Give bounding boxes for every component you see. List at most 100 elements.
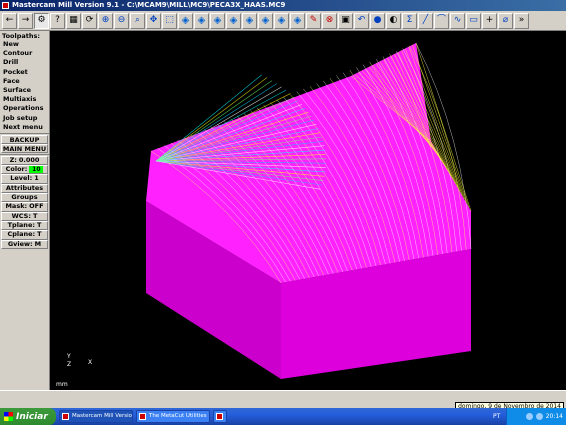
view-cube-7-button[interactable]: ◈ — [274, 12, 289, 29]
level-value: 1 — [34, 174, 39, 183]
z-depth-button[interactable]: Z: 0.000 — [1, 155, 48, 166]
wcs-label: WCS: — [11, 211, 31, 220]
zoom-window-button[interactable]: ⬚ — [162, 12, 177, 29]
color-button[interactable]: Color: 10 — [1, 165, 48, 175]
mask-button[interactable]: Mask: OFF — [1, 202, 48, 212]
zoom-in-icon: ⊕ — [101, 15, 110, 25]
view-cube-8-icon: ◈ — [293, 14, 302, 26]
graphics-viewport[interactable]: Y Z X mm — [51, 31, 566, 390]
zoom-out-button[interactable]: ⊖ — [114, 12, 129, 29]
view-cube-6-icon: ◈ — [261, 14, 270, 26]
rectangle-icon: ▭ — [469, 15, 478, 25]
main-menu-button[interactable]: MAIN MENU — [1, 143, 48, 153]
groups-label: Groups — [11, 193, 38, 202]
calculator-button[interactable]: ▦ — [66, 12, 81, 29]
toolpath-model — [146, 42, 472, 379]
taskbar: Iniciar Mastercam Mill Versio... The Meta… — [0, 408, 566, 425]
toolpaths-menu: Toolpaths: New Contour Drill Pocket Face Surf… — [0, 31, 50, 390]
taskbar-task[interactable]: The MetaCut Utilities ... — [136, 410, 210, 423]
task-app-icon — [216, 413, 223, 420]
arrow-right-icon: → — [21, 15, 30, 25]
view-iso-cube-button[interactable]: ◈ — [226, 12, 241, 29]
menu-item-job-setup[interactable]: Job setup — [0, 114, 49, 123]
repaint-icon: ⟳ — [85, 15, 94, 25]
view-top-cube-button[interactable]: ◈ — [194, 12, 209, 29]
arc-button[interactable]: ⌒ — [434, 12, 449, 29]
repaint-button[interactable]: ⟳ — [82, 12, 97, 29]
axis-z-label: Z — [67, 361, 72, 368]
menu-item-face[interactable]: Face — [0, 77, 49, 86]
menu-item-contour[interactable]: Contour — [0, 49, 49, 58]
zoom-window-icon: ⬚ — [165, 15, 174, 25]
language-indicator[interactable]: PT — [493, 413, 500, 420]
cplane-value: T — [37, 230, 42, 239]
arc-icon: ⌒ — [436, 15, 446, 25]
menu-divider — [0, 153, 49, 155]
system-tray: PT 20:14 — [493, 408, 566, 425]
tray-icon[interactable] — [525, 413, 533, 420]
clock: 20:14 — [545, 413, 563, 420]
render-icon: ◐ — [389, 15, 398, 25]
arrow-right-button[interactable]: → — [18, 12, 33, 29]
help-button[interactable]: ? — [50, 12, 65, 29]
menu-item-drill[interactable]: Drill — [0, 58, 49, 67]
undo-icon: ↶ — [357, 15, 366, 25]
tray-icon[interactable] — [535, 413, 543, 420]
cplane-button[interactable]: Cplane: T — [1, 230, 48, 240]
pan-button[interactable]: ✥ — [146, 12, 161, 29]
spline-icon: ∿ — [453, 15, 462, 25]
delete-button[interactable]: ⊗ — [322, 12, 337, 29]
delete-icon: ⊗ — [325, 15, 334, 25]
color-swatch: 10 — [29, 166, 44, 174]
wcs-button[interactable]: WCS: T — [1, 211, 48, 221]
menu-item-surface[interactable]: Surface — [0, 86, 49, 95]
attributes-button[interactable]: Attributes — [1, 183, 48, 194]
sigma-button[interactable]: Σ — [402, 12, 417, 29]
gview-button[interactable]: Gview: M — [1, 239, 48, 249]
arrow-left-button[interactable]: ← — [2, 12, 17, 29]
menu-header: Toolpaths: — [2, 32, 40, 40]
taskbar-task[interactable] — [213, 410, 227, 423]
backup-button[interactable]: BACKUP — [1, 134, 48, 144]
view-iso-cube-icon: ◈ — [229, 14, 238, 26]
start-button[interactable]: Iniciar — [0, 408, 56, 425]
render-button[interactable]: ◐ — [386, 12, 401, 29]
view-side-cube-icon: ◈ — [213, 14, 222, 26]
z-label: Z: — [9, 155, 17, 164]
line-button[interactable]: ╱ — [418, 12, 433, 29]
mask-label: Mask: — [5, 202, 28, 211]
undo-button[interactable]: ↶ — [354, 12, 369, 29]
menu-item-multiaxis[interactable]: Multiaxis — [0, 95, 49, 104]
zoom-in-button[interactable]: ⊕ — [98, 12, 113, 29]
more-button[interactable]: » — [514, 12, 529, 29]
tplane-button[interactable]: Tplane: T — [1, 220, 48, 231]
point-button[interactable]: + — [482, 12, 497, 29]
view-side-cube-button[interactable]: ◈ — [210, 12, 225, 29]
zoom-fit-button[interactable]: ⌕ — [130, 12, 145, 29]
fillet-button[interactable]: ⌀ — [498, 12, 513, 29]
tplane-value: T — [36, 220, 42, 229]
zoom-fit-icon: ⌕ — [134, 15, 141, 25]
menu-item-operations[interactable]: Operations — [0, 104, 49, 113]
view-front-cube-button[interactable]: ◈ — [178, 12, 193, 29]
view-cube-5-button[interactable]: ◈ — [242, 12, 257, 29]
sphere-button[interactable]: ● — [370, 12, 385, 29]
level-button[interactable]: Level: 1 — [1, 174, 48, 184]
view-cube-8-button[interactable]: ◈ — [290, 12, 305, 29]
view-top-cube-icon: ◈ — [197, 14, 206, 26]
rectangle-button[interactable]: ▭ — [466, 12, 481, 29]
fillet-icon: ⌀ — [502, 15, 509, 25]
main-toolbar: ← → ⚙? ▦ ⟳ ⊕ ⊖ ⌕ ✥ ⬚ ◈ ◈ ◈ ◈ ◈ ◈ ◈ ◈ ✎ ⊗ ▣ ↶ ● ◐ Σ ╱ ⌒ ∿ ▭ + ⌀ » — [0, 11, 566, 31]
menu-item-new[interactable]: New — [0, 40, 49, 49]
toolbar-config-button[interactable]: ⚙ — [34, 12, 49, 29]
shade-button[interactable]: ▣ — [338, 12, 353, 29]
taskbar-task[interactable]: Mastercam Mill Versio... — [59, 410, 133, 423]
spline-button[interactable]: ∿ — [450, 12, 465, 29]
measure-button[interactable]: ✎ — [306, 12, 321, 29]
groups-button[interactable]: Groups — [1, 193, 48, 203]
view-cube-6-button[interactable]: ◈ — [258, 12, 273, 29]
menu-item-next-menu[interactable]: Next menu — [0, 123, 49, 132]
menu-item-pocket[interactable]: Pocket — [0, 68, 49, 77]
prompt-area: domingo, 9 de Novembro de 2014 — [0, 390, 566, 411]
axis-x-label: X — [88, 359, 93, 366]
